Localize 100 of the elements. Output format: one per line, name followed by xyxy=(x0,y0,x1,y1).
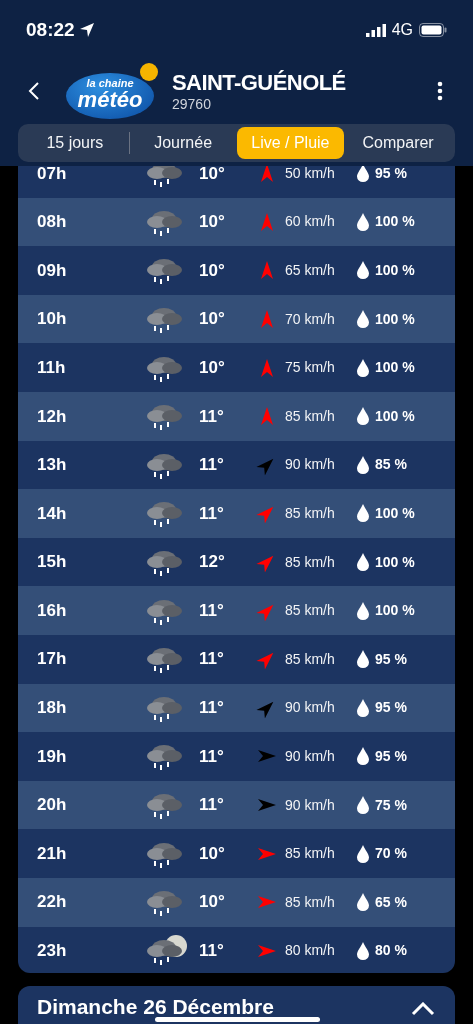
day-card[interactable]: Dimanche 26 Décembre xyxy=(18,986,455,1024)
back-chevron-icon[interactable] xyxy=(28,81,40,101)
wind-speed: 85 km/h xyxy=(284,649,336,669)
raindrop-icon xyxy=(357,844,369,863)
rain-probability: 100 % xyxy=(374,212,415,232)
wind-speed: 65 km/h xyxy=(284,261,336,280)
wind-speed: 85 km/h xyxy=(284,552,336,572)
hour-label: 15h xyxy=(36,551,68,574)
hour-label: 07h xyxy=(36,166,68,185)
wind-speed: 90 km/h xyxy=(284,746,336,766)
rain-probability: 100 % xyxy=(374,601,415,621)
city-name: SAINT-GUÉNOLÉ xyxy=(172,68,347,96)
rain-probability: 95 % xyxy=(374,746,407,766)
day-title: Dimanche 26 Décembre xyxy=(37,996,274,1017)
temperature: 11° xyxy=(198,697,225,720)
status-time: 08:22 xyxy=(26,17,75,42)
temperature: 11° xyxy=(198,454,225,477)
rain-probability: 85 % xyxy=(374,455,407,475)
app-logo: la chaine météo xyxy=(66,63,158,119)
raindrop-icon xyxy=(357,310,369,329)
raindrop-icon xyxy=(357,455,369,474)
rain-probability: 100 % xyxy=(374,309,415,329)
tab[interactable]: 15 jours xyxy=(21,127,129,159)
hour-label: 16h xyxy=(36,599,68,622)
wind-speed: 90 km/h xyxy=(284,698,336,718)
temperature: 11° xyxy=(198,502,225,525)
rain-probability: 100 % xyxy=(374,503,415,523)
wind-speed: 85 km/h xyxy=(284,503,336,523)
rain-probability: 70 % xyxy=(374,844,407,864)
tab[interactable]: Comparer xyxy=(344,127,452,159)
wind-speed: 85 km/h xyxy=(284,844,336,864)
rain-probability: 95 % xyxy=(374,698,407,718)
more-options-icon[interactable] xyxy=(437,81,443,101)
tab[interactable]: Journée xyxy=(129,127,237,159)
raindrop-icon xyxy=(357,504,369,523)
temperature: 12° xyxy=(198,551,226,574)
wind-speed: 85 km/h xyxy=(284,601,336,621)
hour-label: 19h xyxy=(36,745,68,768)
raindrop-icon xyxy=(357,407,369,426)
raindrop-icon xyxy=(357,698,369,717)
wind-speed: 60 km/h xyxy=(284,212,336,232)
rain-probability: 65 % xyxy=(374,892,407,912)
wind-speed: 90 km/h xyxy=(284,455,336,475)
wind-speed: 85 km/h xyxy=(284,892,336,912)
raindrop-icon xyxy=(357,650,369,669)
temperature: 10° xyxy=(198,891,226,914)
temperature: 11° xyxy=(198,940,225,963)
rain-probability: 95 % xyxy=(374,649,407,669)
raindrop-icon xyxy=(357,261,369,280)
raindrop-icon xyxy=(357,796,369,814)
temperature: 11° xyxy=(198,648,225,671)
wind-speed: 75 km/h xyxy=(284,358,336,378)
battery-icon xyxy=(419,23,447,37)
network-label: 4G xyxy=(391,20,413,40)
temperature: 10° xyxy=(198,211,226,234)
temperature: 10° xyxy=(198,356,226,379)
raindrop-icon xyxy=(357,553,369,572)
hour-label: 12h xyxy=(36,405,68,428)
postcode: 29760 xyxy=(172,96,212,114)
chevron-up-icon[interactable] xyxy=(411,1002,435,1016)
hour-label: 14h xyxy=(36,502,68,525)
rain-probability: 100 % xyxy=(374,406,415,426)
raindrop-icon xyxy=(357,212,369,231)
hour-label: 08h xyxy=(36,211,68,234)
hour-label: 20h xyxy=(36,794,68,817)
temperature: 10° xyxy=(198,259,226,282)
hour-label: 09h xyxy=(36,259,68,282)
hour-label: 22h xyxy=(36,891,68,914)
wind-speed: 85 km/h xyxy=(284,406,336,426)
temperature: 10° xyxy=(198,842,226,865)
temperature: 10° xyxy=(198,166,226,185)
raindrop-icon xyxy=(357,166,369,183)
wind-speed: 90 km/h xyxy=(284,795,336,815)
temperature: 11° xyxy=(198,745,225,768)
rain-probability: 100 % xyxy=(374,552,415,572)
wind-speed: 50 km/h xyxy=(284,166,336,183)
location-arrow-icon xyxy=(78,22,95,38)
wind-speed: 80 km/h xyxy=(284,941,336,961)
temperature: 11° xyxy=(198,599,225,622)
raindrop-icon xyxy=(357,893,369,912)
hour-label: 23h xyxy=(36,940,68,963)
signal-icon xyxy=(365,23,386,37)
raindrop-icon xyxy=(357,358,369,377)
rain-probability: 100 % xyxy=(374,358,415,378)
hour-label: 17h xyxy=(36,648,68,671)
rain-probability: 100 % xyxy=(374,261,415,280)
hour-label: 10h xyxy=(36,308,68,331)
raindrop-icon xyxy=(357,601,369,620)
raindrop-icon xyxy=(357,941,369,960)
raindrop-icon xyxy=(357,747,369,766)
hour-label: 21h xyxy=(36,842,68,865)
hour-label: 11h xyxy=(36,356,67,379)
rain-probability: 80 % xyxy=(374,941,407,961)
rain-probability: 95 % xyxy=(374,166,407,183)
temperature: 11° xyxy=(198,794,225,817)
wind-speed: 70 km/h xyxy=(284,309,336,329)
hour-label: 18h xyxy=(36,697,68,720)
temperature: 11° xyxy=(198,405,225,428)
rain-probability: 75 % xyxy=(374,795,407,815)
hour-label: 13h xyxy=(36,454,68,477)
